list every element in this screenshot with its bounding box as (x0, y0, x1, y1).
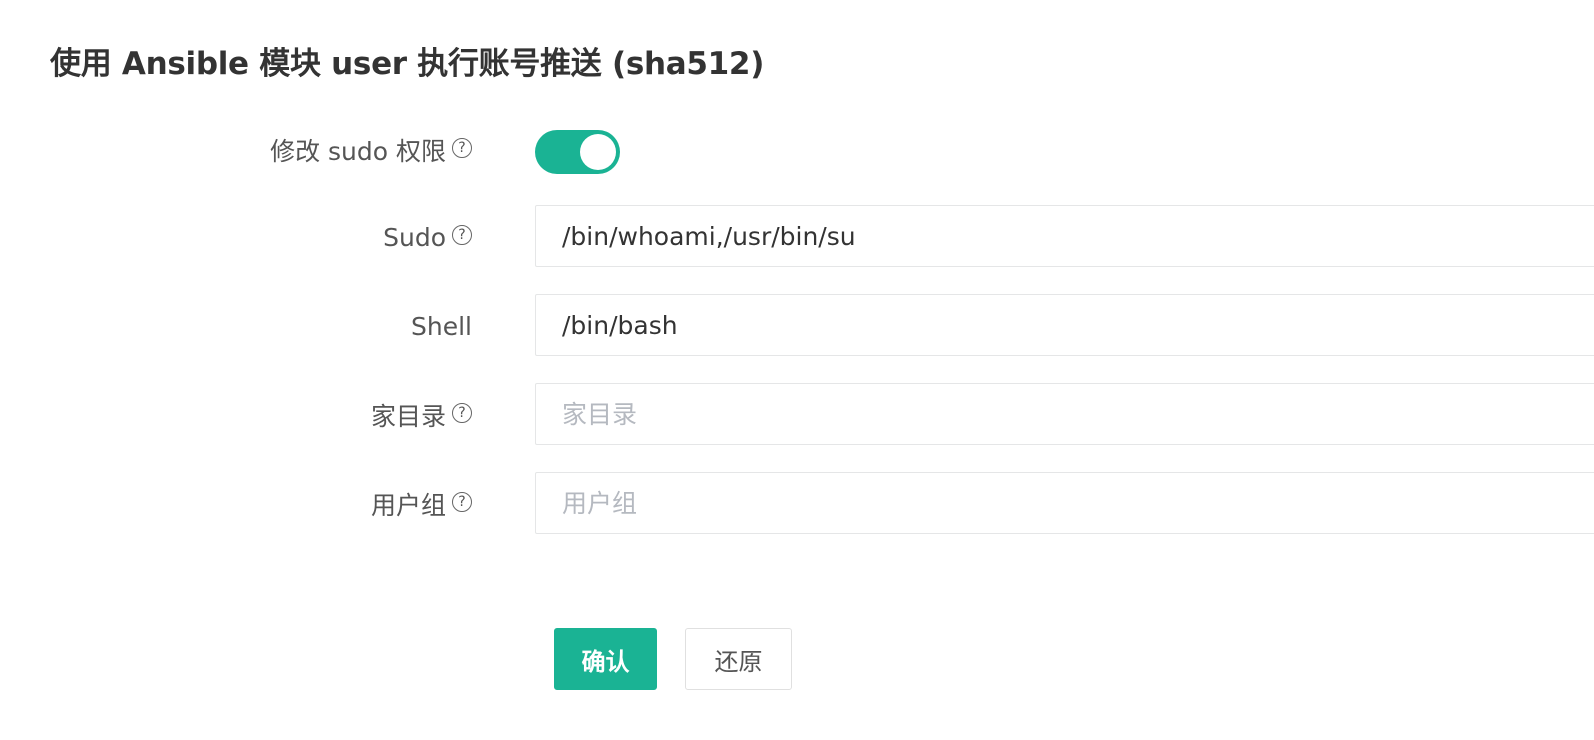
section-title: 使用 Ansible 模块 user 执行账号推送 (sha512) (50, 46, 765, 82)
sudo-label-wrap: Sudo ? (383, 205, 472, 269)
form-row-sudo-toggle: 修改 sudo 权限 ? (0, 118, 1594, 182)
groups-input[interactable] (535, 472, 1594, 534)
shell-label-wrap: Shell (411, 294, 472, 358)
shell-label: Shell (411, 311, 472, 341)
question-circle-icon[interactable]: ? (452, 492, 472, 512)
sudo-toggle-label: 修改 sudo 权限 (270, 137, 446, 166)
sudo-toggle-label-wrap: 修改 sudo 权限 ? (270, 118, 472, 182)
groups-label: 用户组 (370, 491, 446, 520)
sudo-toggle-switch[interactable] (535, 130, 620, 174)
form-row-sudo: Sudo ? (0, 205, 1594, 269)
sudo-input[interactable] (535, 205, 1594, 267)
sudo-label: Sudo (383, 222, 446, 252)
question-circle-icon[interactable]: ? (452, 403, 472, 423)
groups-label-wrap: 用户组 ? (371, 472, 472, 536)
form-row-groups: 用户组 ? (0, 472, 1594, 536)
form-row-shell: Shell (0, 294, 1594, 358)
submit-button[interactable]: 确认 (554, 628, 657, 690)
question-circle-icon[interactable]: ? (452, 225, 472, 245)
home-label: 家目录 (370, 402, 446, 431)
question-circle-icon[interactable]: ? (452, 138, 472, 158)
home-input[interactable] (535, 383, 1594, 445)
shell-input[interactable] (535, 294, 1594, 356)
form-page: 使用 Ansible 模块 user 执行账号推送 (sha512) 修改 su… (0, 0, 1594, 740)
switch-knob (580, 134, 616, 170)
form-row-home: 家目录 ? (0, 383, 1594, 447)
reset-button[interactable]: 还原 (685, 628, 792, 690)
home-label-wrap: 家目录 ? (371, 383, 472, 447)
